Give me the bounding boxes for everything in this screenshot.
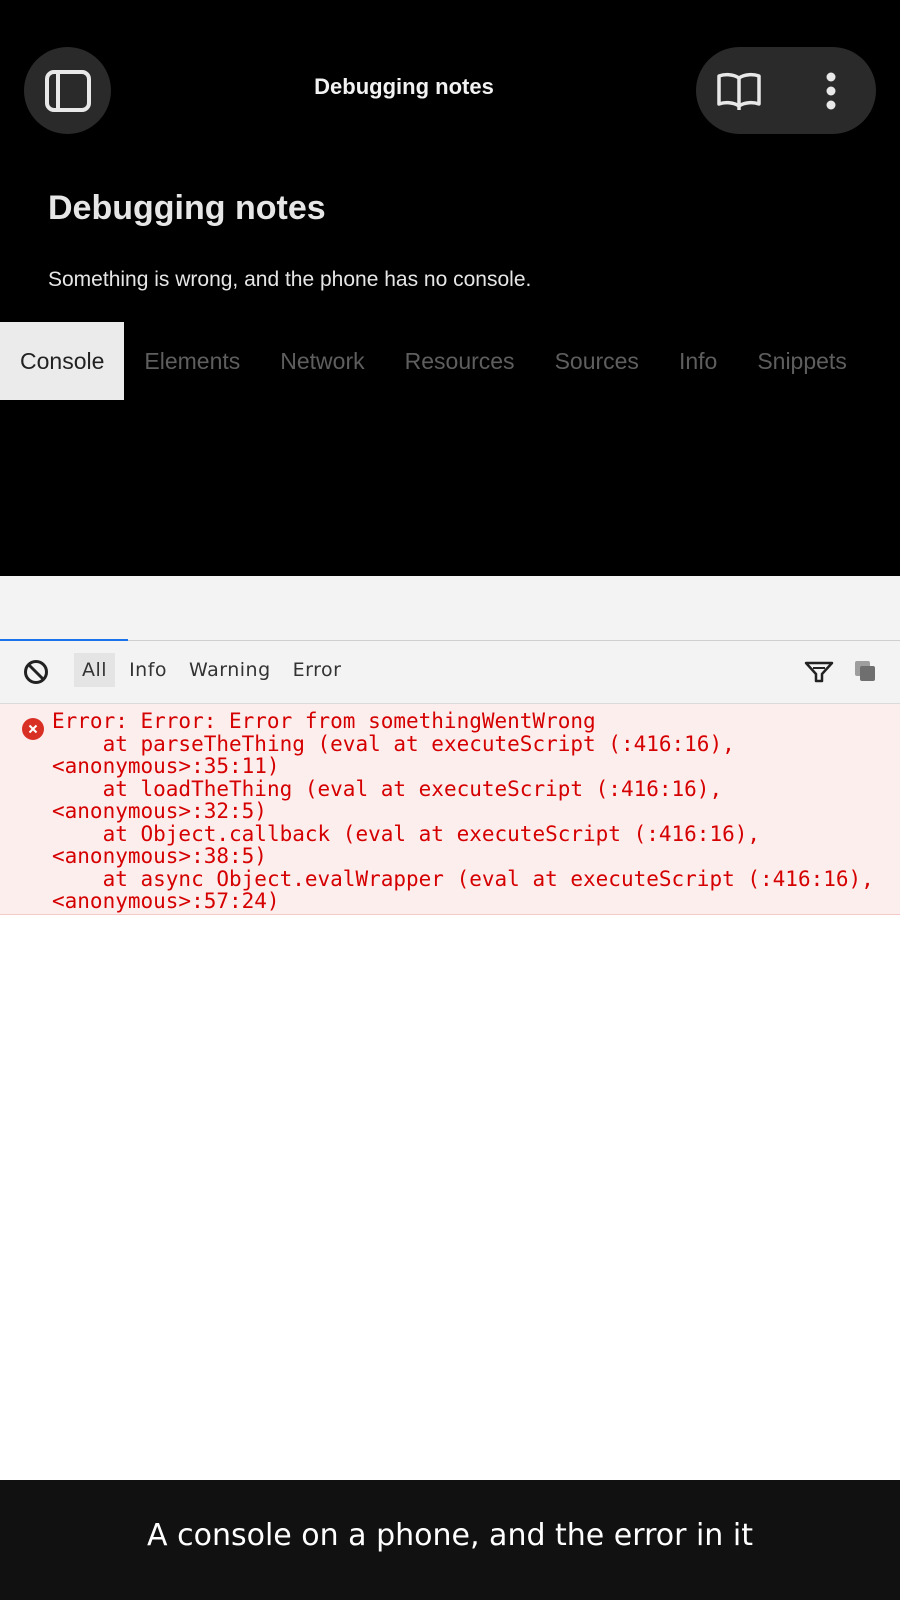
- top-app-bar: Debugging notes: [0, 0, 900, 180]
- devtools-tabs: Console Elements Network Resources Sourc…: [0, 322, 900, 400]
- more-vert-icon: [826, 72, 836, 110]
- app-title: Debugging notes: [314, 74, 494, 99]
- console-toolbar: All Info Warning Error: [0, 641, 900, 704]
- more-options-button[interactable]: [814, 67, 848, 115]
- console-panel: All Info Warning Error Error: Error: Err…: [0, 576, 900, 1480]
- caption-bar: A console on a phone, and the error in i…: [0, 1480, 900, 1600]
- page: Debugging notes Debugging notes Somethin…: [0, 0, 900, 1600]
- filter-icon: [804, 661, 834, 683]
- level-error[interactable]: Error: [285, 653, 350, 687]
- tab-sources[interactable]: Sources: [535, 322, 659, 400]
- error-icon: [22, 718, 44, 740]
- tab-snippets[interactable]: Snippets: [737, 322, 867, 400]
- reader-mode-button[interactable]: [714, 67, 764, 115]
- clear-icon: [24, 660, 48, 684]
- note-body: Something is wrong, and the phone has no…: [48, 268, 532, 291]
- copy-icon: [855, 661, 875, 681]
- tab-info[interactable]: Info: [659, 322, 737, 400]
- book-icon: [717, 72, 761, 110]
- sidebar-toggle-button[interactable]: [24, 47, 111, 134]
- tab-console[interactable]: Console: [0, 322, 125, 400]
- filter-button[interactable]: [804, 657, 834, 687]
- copy-button[interactable]: [852, 657, 878, 685]
- level-warning[interactable]: Warning: [181, 653, 279, 687]
- console-error-entry: Error: Error: Error from somethingWentWr…: [0, 704, 900, 915]
- sidebar-icon: [44, 69, 91, 112]
- console-input[interactable]: [0, 576, 900, 641]
- note-heading: Debugging notes: [48, 189, 326, 227]
- log-level-filters: All Info Warning Error: [74, 653, 349, 687]
- clear-console-button[interactable]: [22, 658, 50, 686]
- tab-network[interactable]: Network: [260, 322, 384, 400]
- tab-resources[interactable]: Resources: [385, 322, 535, 400]
- action-group: [696, 47, 876, 134]
- tab-elements[interactable]: Elements: [124, 322, 260, 400]
- level-info[interactable]: Info: [121, 653, 175, 687]
- caption: A console on a phone, and the error in i…: [147, 1518, 753, 1553]
- error-stack-trace: Error: Error: Error from somethingWentWr…: [52, 709, 874, 913]
- level-all[interactable]: All: [74, 653, 116, 687]
